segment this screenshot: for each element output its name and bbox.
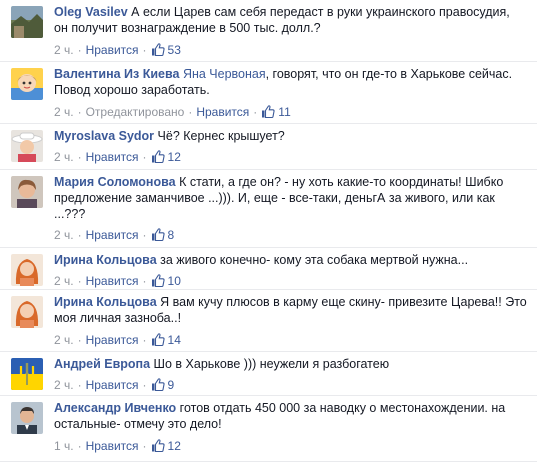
separator: · <box>77 333 82 347</box>
separator: · <box>77 105 82 119</box>
comment-body: Андрей Европа Шо в Харькове ))) неужели … <box>54 356 527 372</box>
separator: · <box>142 228 147 242</box>
edited-label[interactable]: Отредактировано <box>86 105 185 119</box>
comment-meta: 2 ч. · Нравится · 9 <box>54 377 174 395</box>
comment-item: Oleg Vasilev А если Царев сам себя перед… <box>0 0 537 62</box>
thumbs-up-icon <box>151 378 165 395</box>
comment-author[interactable]: Ирина Кольцова <box>54 253 157 267</box>
mention-link[interactable]: Яна Червоная <box>183 67 266 81</box>
comment-meta: 2 ч. · Нравится · 10 <box>54 273 181 291</box>
separator: · <box>77 274 82 288</box>
separator: · <box>77 439 82 453</box>
thumbs-up-icon <box>151 333 165 350</box>
separator: · <box>142 150 147 164</box>
separator: · <box>142 43 147 57</box>
timestamp-link[interactable]: 2 ч. <box>54 150 74 164</box>
like-count[interactable]: 53 <box>168 43 181 57</box>
comment-item: Валентина Из Киева Яна Червоная, говорят… <box>0 62 537 124</box>
comment-body: Александр Ивченко готов отдать 450 000 з… <box>54 400 527 432</box>
like-count[interactable]: 14 <box>168 333 181 347</box>
like-button[interactable]: Нравится <box>86 333 139 347</box>
comment-text: за живого конечно- кому эта собака мертв… <box>160 253 469 267</box>
comment-item: Myroslava Sydor Чё? Кернес крышует? 2 ч. ·… <box>0 124 537 170</box>
timestamp-link[interactable]: 2 ч. <box>54 333 74 347</box>
comment-body: Ирина Кольцова Я вам кучу плюсов в карму… <box>54 294 527 326</box>
timestamp-link[interactable]: 2 ч. <box>54 105 74 119</box>
like-button[interactable]: Нравится <box>86 228 139 242</box>
like-button[interactable]: Нравится <box>86 274 139 288</box>
thumbs-up-icon <box>151 150 165 167</box>
comment-meta: 2 ч. · Нравится · 14 <box>54 332 181 350</box>
like-button[interactable]: Нравится <box>86 43 139 57</box>
like-count[interactable]: 10 <box>168 274 181 288</box>
comment-body: Мария Соломонова К стати, а где он? - ну… <box>54 174 527 222</box>
comment-meta: 2 ч. · Нравится · 53 <box>54 42 181 60</box>
comment-text: Шо в Харькове ))) неужели я разбогатею <box>153 357 390 371</box>
avatar[interactable] <box>11 130 43 162</box>
avatar[interactable] <box>11 68 43 100</box>
comment-item: Ирина Кольцова Я вам кучу плюсов в карму… <box>0 290 537 352</box>
avatar[interactable] <box>11 296 43 328</box>
separator: · <box>142 274 147 288</box>
comment-body: Ирина Кольцова за живого конечно- кому э… <box>54 252 527 268</box>
avatar[interactable] <box>11 358 43 390</box>
avatar[interactable] <box>11 6 43 38</box>
thumbs-up-icon <box>151 228 165 245</box>
comment-body: Валентина Из Киева Яна Червоная, говорят… <box>54 66 527 98</box>
like-button[interactable]: Нравится <box>86 150 139 164</box>
comment-body: Oleg Vasilev А если Царев сам себя перед… <box>54 4 527 36</box>
comment-author[interactable]: Андрей Европа <box>54 357 150 371</box>
timestamp-link[interactable]: 2 ч. <box>54 43 74 57</box>
separator: · <box>77 43 82 57</box>
comment-text: Чё? Кернес крышует? <box>157 129 285 143</box>
comment-item: Ирина Кольцова за живого конечно- кому э… <box>0 248 537 290</box>
like-count[interactable]: 11 <box>278 105 290 119</box>
thumbs-up-icon <box>151 439 165 456</box>
timestamp-link[interactable]: 2 ч. <box>54 378 74 392</box>
timestamp-link[interactable]: 1 ч. <box>54 439 74 453</box>
separator: · <box>142 333 147 347</box>
thumbs-up-icon <box>261 105 275 122</box>
comment-meta: 1 ч. · Нравится · 12 <box>54 438 181 456</box>
comment-author[interactable]: Ирина Кольцова <box>54 295 157 309</box>
comment-item: Александр Ивченко готов отдать 450 000 з… <box>0 396 537 462</box>
separator: · <box>77 150 82 164</box>
separator: · <box>142 378 147 392</box>
comment-author[interactable]: Мария Соломонова <box>54 175 176 189</box>
like-button[interactable]: Нравится <box>86 439 139 453</box>
timestamp-link[interactable]: 2 ч. <box>54 228 74 242</box>
separator: · <box>188 105 193 119</box>
comment-item: Мария Соломонова К стати, а где он? - ну… <box>0 170 537 248</box>
separator: · <box>77 378 82 392</box>
avatar[interactable] <box>11 402 43 434</box>
thumbs-up-icon <box>151 274 165 291</box>
like-button[interactable]: Нравится <box>86 378 139 392</box>
like-count[interactable]: 12 <box>168 439 181 453</box>
like-count[interactable]: 12 <box>168 150 181 164</box>
comment-meta: 2 ч. · Нравится · 8 <box>54 227 174 245</box>
avatar[interactable] <box>11 254 43 286</box>
comment-list: Oleg Vasilev А если Царев сам себя перед… <box>0 0 537 462</box>
separator: · <box>77 228 82 242</box>
avatar[interactable] <box>11 176 43 208</box>
comment-author[interactable]: Oleg Vasilev <box>54 5 128 19</box>
comment-author[interactable]: Myroslava Sydor <box>54 129 154 143</box>
like-button[interactable]: Нравится <box>196 105 249 119</box>
comment-author[interactable]: Валентина Из Киева <box>54 67 179 81</box>
separator: · <box>142 439 147 453</box>
comment-body: Myroslava Sydor Чё? Кернес крышует? <box>54 128 527 144</box>
like-count[interactable]: 8 <box>168 228 175 242</box>
separator: · <box>253 105 258 119</box>
comment-meta: 2 ч. · Отредактировано · Нравится · 11 <box>54 104 291 122</box>
comment-author[interactable]: Александр Ивченко <box>54 401 176 415</box>
like-count[interactable]: 9 <box>168 378 175 392</box>
comment-meta: 2 ч. · Нравится · 12 <box>54 149 181 167</box>
comment-item: Андрей Европа Шо в Харькове ))) неужели … <box>0 352 537 396</box>
thumbs-up-icon <box>151 43 165 60</box>
timestamp-link[interactable]: 2 ч. <box>54 274 74 288</box>
